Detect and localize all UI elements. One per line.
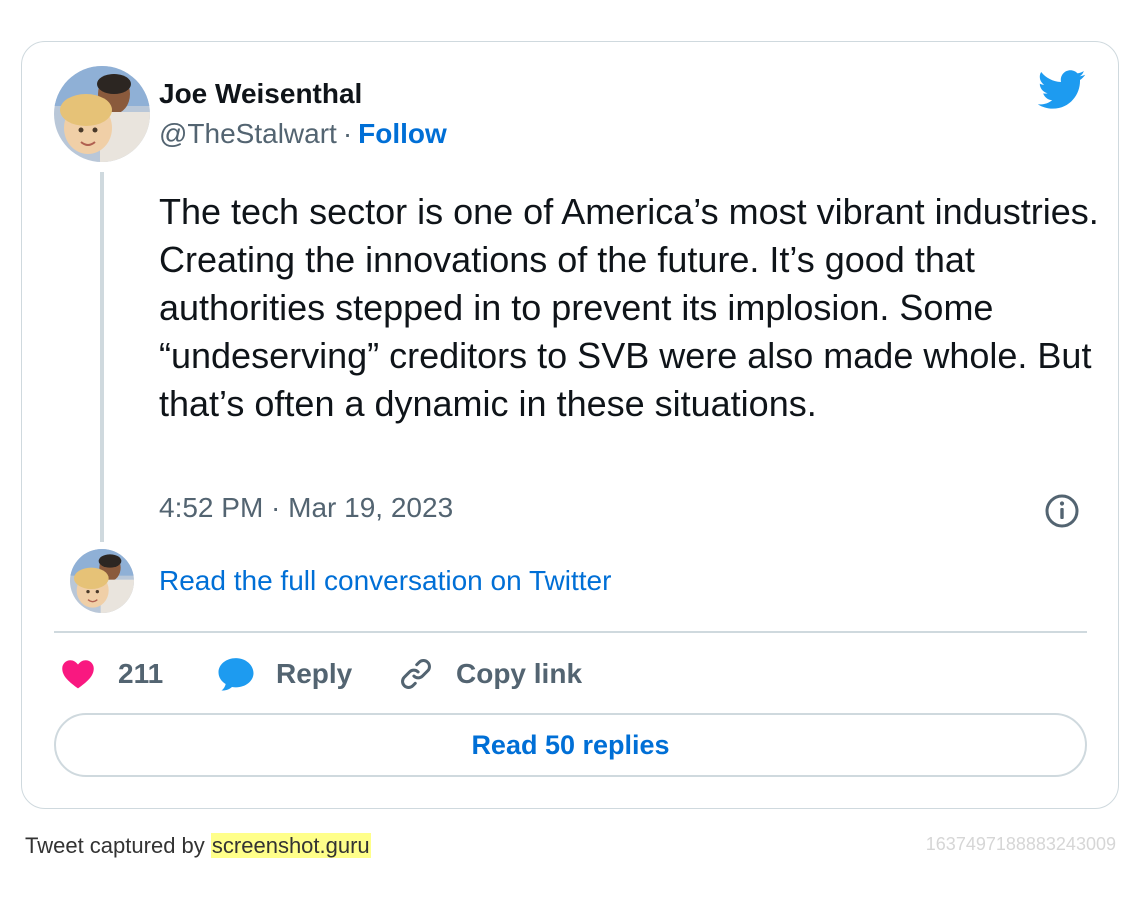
heart-icon [62,660,94,689]
speech-bubble-icon [218,658,254,691]
author-name[interactable]: Joe Weisenthal [159,78,362,110]
author-handle[interactable]: @TheStalwart [159,118,337,149]
thread-connector-line [100,172,104,542]
tweet-card: Joe Weisenthal @TheStalwart · Follow The t… [21,41,1119,809]
twitter-bird-icon[interactable] [1038,70,1086,110]
capture-credit: Tweet captured by screenshot.guru [25,833,371,859]
read-full-conversation-link[interactable]: Read the full conversation on Twitter [159,565,611,597]
tweet-timestamp[interactable]: 4:52 PM · Mar 19, 2023 [159,492,453,524]
tweet-id: 1637497188883243009 [925,834,1116,854]
capture-credit-site[interactable]: screenshot.guru [210,833,371,858]
reply-label: Reply [276,658,353,689]
copy-link-label: Copy link [456,658,583,689]
like-button[interactable]: 211 [60,652,163,696]
read-replies-button[interactable]: Read 50 replies [54,713,1087,777]
follow-link[interactable]: Follow [358,118,447,149]
copy-link-button[interactable]: Copy link [398,652,582,696]
author-avatar[interactable] [54,66,150,162]
actions-divider [54,631,1087,633]
info-icon[interactable] [1044,493,1080,529]
capture-credit-prefix: Tweet captured by [25,833,205,858]
tweet-text: The tech sector is one of America’s most… [159,191,1099,424]
conversation-avatar[interactable] [70,549,134,613]
like-count: 211 [118,658,164,689]
link-icon [401,659,431,689]
reply-button[interactable]: Reply [216,652,352,696]
author-handle-line: @TheStalwart · Follow [159,118,447,150]
handle-separator: · [342,118,353,149]
